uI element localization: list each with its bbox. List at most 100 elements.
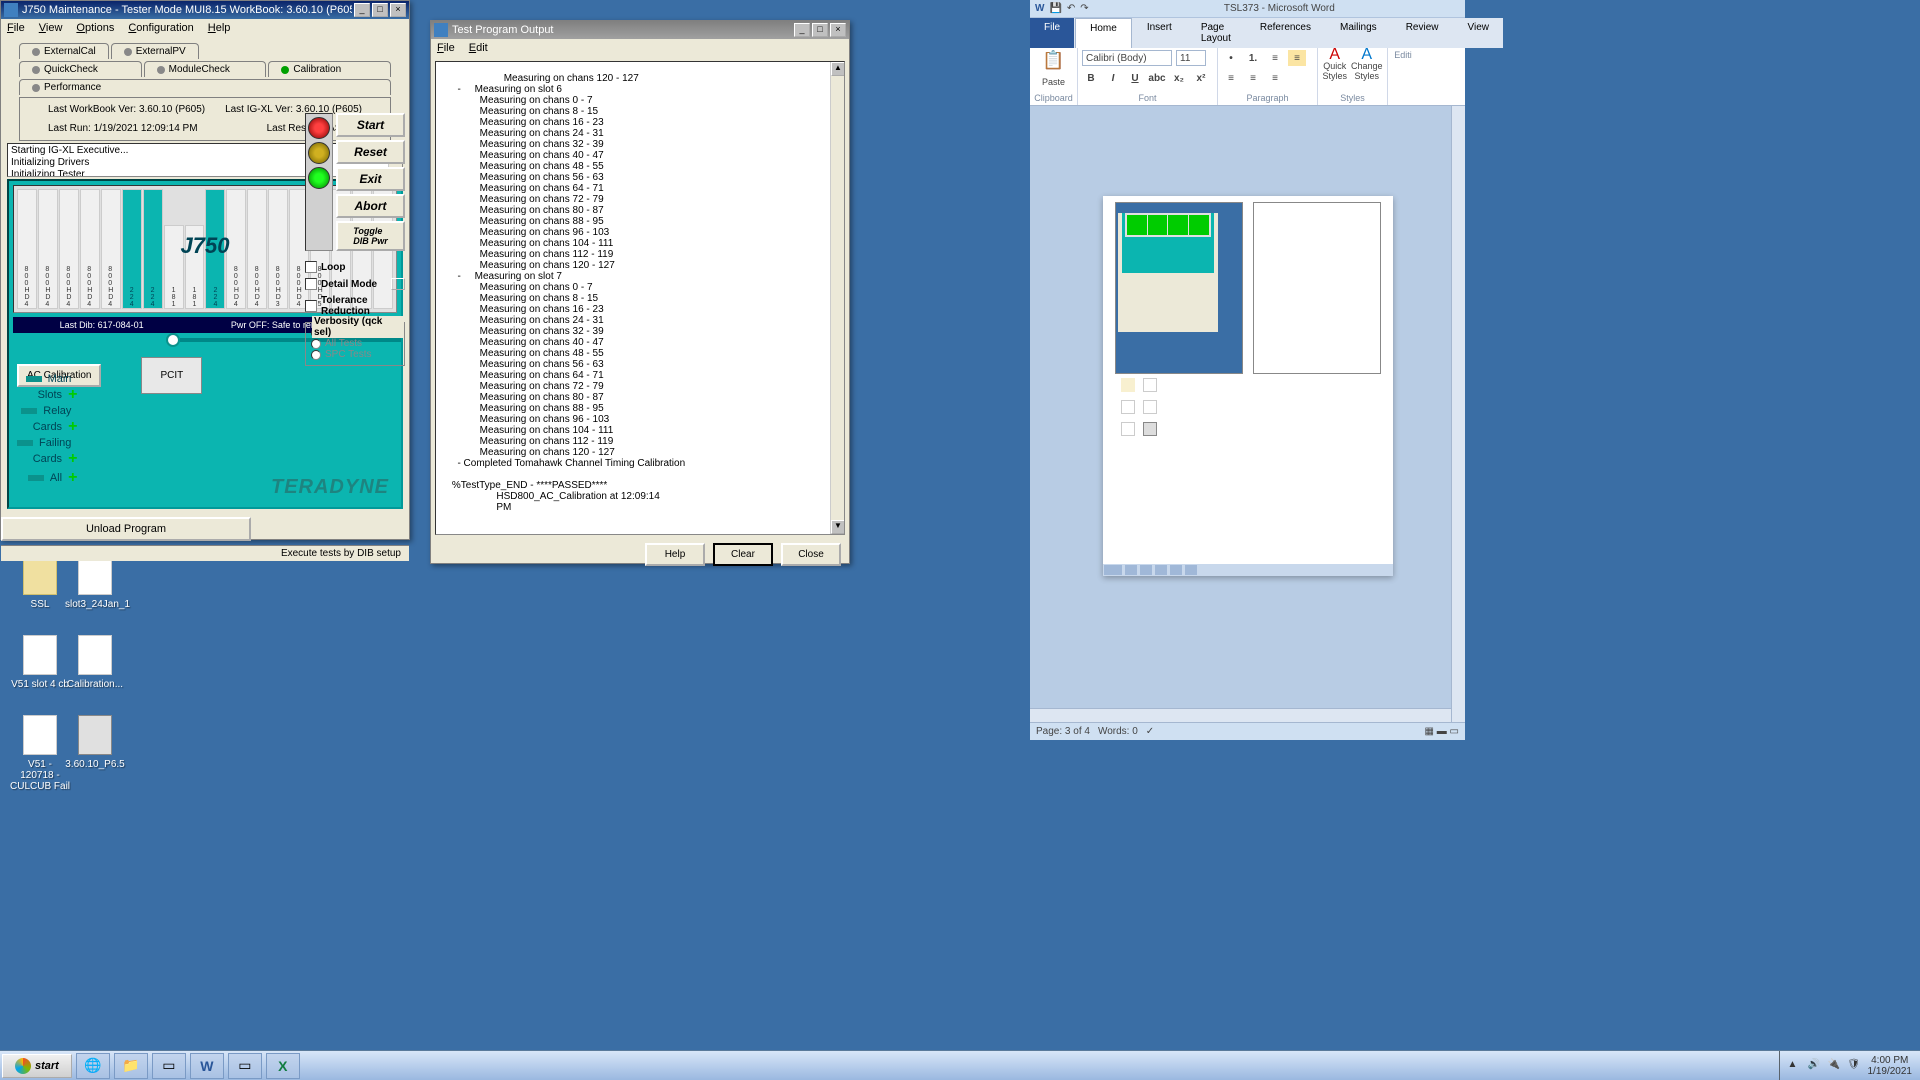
side-item[interactable]: All (50, 472, 62, 484)
redo-icon[interactable]: ↷ (1080, 3, 1088, 14)
tab-modulecheck[interactable]: ModuleCheck (144, 61, 267, 77)
tab-mailings[interactable]: Mailings (1326, 18, 1391, 48)
detail-checkbox[interactable]: Detail Mode (305, 278, 405, 290)
unload-button[interactable]: Unload Program (1, 517, 251, 541)
close-button[interactable]: Close (781, 543, 841, 566)
tolerance-checkbox[interactable]: Tolerance Reduction (305, 295, 405, 317)
align-center-button[interactable]: ≡ (1222, 70, 1240, 86)
maximize-button[interactable]: □ (812, 23, 828, 37)
taskbar-ie[interactable]: 🌐 (76, 1053, 110, 1079)
side-item[interactable]: Relay (43, 405, 71, 417)
side-item[interactable]: Cards (33, 453, 62, 465)
tab-insert[interactable]: Insert (1133, 18, 1186, 48)
tab-file[interactable]: File (1030, 18, 1074, 48)
tab-view[interactable]: View (1453, 18, 1503, 48)
tray-icon[interactable]: 🛡 (1848, 1059, 1862, 1073)
menu-configuration[interactable]: Configuration (128, 22, 193, 34)
words-status[interactable]: Words: 0 (1098, 726, 1138, 737)
tray-icon[interactable]: 🔊 (1808, 1059, 1822, 1073)
clear-button[interactable]: Clear (713, 543, 773, 566)
bold-button[interactable]: B (1082, 70, 1100, 86)
taskbar-app[interactable]: ▭ (152, 1053, 186, 1079)
side-item[interactable]: Slots (38, 389, 62, 401)
plus-icon[interactable]: + (68, 450, 77, 468)
tab-performance[interactable]: Performance (19, 79, 391, 95)
scrollbar[interactable]: ▲▼ (830, 62, 844, 534)
fontsize-select[interactable]: 11 (1176, 50, 1206, 66)
menu-file[interactable]: File (7, 22, 25, 34)
taskbar-word[interactable]: W (190, 1053, 224, 1079)
menu-file[interactable]: File (437, 42, 455, 54)
tray-icon[interactable]: ▲ (1788, 1059, 1802, 1073)
numbering-button[interactable]: 1. (1244, 50, 1262, 66)
abort-button[interactable]: Abort (336, 194, 405, 218)
bullets-button[interactable]: • (1222, 50, 1240, 66)
save-icon[interactable]: 💾 (1049, 3, 1061, 14)
multilevel-button[interactable]: ≡ (1266, 50, 1284, 66)
titlebar[interactable]: J750 Maintenance - Tester Mode MUI8.15 W… (1, 1, 409, 19)
output-text[interactable]: Measuring on chans 120 - 127 - Measuring… (435, 61, 845, 535)
taskbar-app[interactable]: ▭ (228, 1053, 262, 1079)
desktop-icon-file[interactable]: slot3_24Jan_1 (65, 555, 125, 610)
tab-quickcheck[interactable]: QuickCheck (19, 61, 142, 77)
view-buttons[interactable]: ▦ ▬ ▭ (1425, 726, 1459, 737)
font-select[interactable]: Calibri (Body) (1082, 50, 1172, 66)
minimize-button[interactable]: _ (354, 3, 370, 17)
tab-home[interactable]: Home (1075, 18, 1132, 48)
plus-icon[interactable]: + (68, 418, 77, 436)
tab-review[interactable]: Review (1392, 18, 1453, 48)
start-button[interactable]: Start (336, 113, 405, 137)
menu-edit[interactable]: Edit (469, 42, 488, 54)
desktop-icon-app[interactable]: 3.60.10_P6.5 (65, 715, 125, 770)
tab-externalcal[interactable]: ExternalCal (19, 43, 109, 59)
document-area[interactable] (1030, 106, 1465, 722)
quick-styles-button[interactable]: AQuick Styles (1322, 50, 1347, 81)
scroll-up-icon[interactable]: ▲ (831, 62, 845, 76)
proofing-icon[interactable]: ✓ (1146, 726, 1154, 737)
close-button[interactable]: × (390, 3, 406, 17)
loop-checkbox[interactable]: Loop (305, 261, 405, 273)
tab-externalpv[interactable]: ExternalPV (111, 43, 199, 59)
desktop-icon-file[interactable]: V51 slot 4 cb (10, 635, 70, 690)
menu-view[interactable]: View (39, 22, 63, 34)
align-right-button[interactable]: ≡ (1244, 70, 1262, 86)
reset-button[interactable]: Reset (336, 140, 405, 164)
desktop-icon-file[interactable]: V51 - 120718 - CULCUB Fail (10, 715, 70, 792)
plus-icon[interactable]: + (68, 469, 77, 487)
desktop-icon-folder[interactable]: SSL (10, 555, 70, 610)
menu-options[interactable]: Options (76, 22, 114, 34)
align-justify-button[interactable]: ≡ (1266, 70, 1284, 86)
tab-references[interactable]: References (1246, 18, 1325, 48)
side-item[interactable]: Cards (33, 421, 62, 433)
superscript-button[interactable]: x² (1192, 70, 1210, 86)
v-scrollbar[interactable] (1451, 106, 1465, 722)
clock[interactable]: 4:00 PM1/19/2021 (1868, 1055, 1913, 1077)
pcit-panel[interactable]: PCIT (141, 357, 202, 394)
tab-calibration[interactable]: Calibration (268, 61, 391, 77)
radio-all[interactable]: All Tests (311, 338, 399, 349)
taskbar-explorer[interactable]: 📁 (114, 1053, 148, 1079)
side-item[interactable]: Main (48, 373, 72, 385)
paste-icon[interactable]: 📋 (1042, 50, 1064, 71)
underline-button[interactable]: U (1126, 70, 1144, 86)
change-styles-button[interactable]: AChange Styles (1351, 50, 1383, 81)
titlebar[interactable]: Test Program Output _ □ × (431, 21, 849, 39)
plus-icon[interactable]: + (68, 386, 77, 404)
undo-icon[interactable]: ↶ (1067, 3, 1075, 14)
page-status[interactable]: Page: 3 of 4 (1036, 726, 1090, 737)
taskbar-excel[interactable]: X (266, 1053, 300, 1079)
tab-pagelayout[interactable]: Page Layout (1187, 18, 1245, 48)
exit-button[interactable]: Exit (336, 167, 405, 191)
desktop-icon-file[interactable]: Calibration... (65, 635, 125, 690)
toggle-dib-button[interactable]: Toggle DIB Pwr (336, 221, 405, 251)
menu-help[interactable]: Help (208, 22, 231, 34)
help-button[interactable]: Help (645, 543, 705, 566)
italic-button[interactable]: I (1104, 70, 1122, 86)
dropdown-button[interactable] (391, 278, 405, 290)
subscript-button[interactable]: x₂ (1170, 70, 1188, 86)
align-left-button[interactable]: ≡ (1288, 50, 1306, 66)
side-item[interactable]: Failing (39, 437, 71, 449)
radio-spc[interactable]: SPC Tests (311, 349, 399, 360)
minimize-button[interactable]: _ (794, 23, 810, 37)
maximize-button[interactable]: □ (372, 3, 388, 17)
